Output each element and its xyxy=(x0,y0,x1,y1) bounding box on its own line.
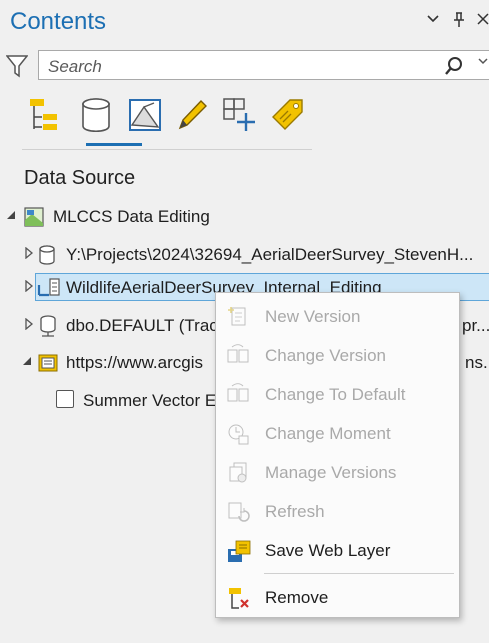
list-by-snapping-icon[interactable] xyxy=(220,95,260,135)
collapsed-arrow-icon[interactable] xyxy=(24,317,34,333)
menu-item-change-to-default[interactable]: Change To Default xyxy=(216,375,459,414)
list-by-drawing-order-icon[interactable] xyxy=(24,95,64,135)
menu-item-manage-versions[interactable]: Manage Versions xyxy=(216,453,459,492)
map-icon xyxy=(24,206,44,233)
section-heading: Data Source xyxy=(24,167,136,189)
menu-item-label: New Version xyxy=(265,307,361,326)
map-name: MLCCS Data Editing xyxy=(53,207,210,226)
pane-titlebar: Contents xyxy=(0,0,489,46)
new-version-icon xyxy=(226,305,252,329)
menu-item-remove[interactable]: Remove xyxy=(216,578,459,617)
source-path: Y:\Projects\2024\32694_AerialDeerSurvey_… xyxy=(66,245,474,264)
contents-view-toolbar xyxy=(22,95,312,151)
enterprise-database-icon xyxy=(38,315,58,344)
source-name-suffix: pr... xyxy=(462,316,489,335)
manage-versions-icon xyxy=(226,461,252,485)
menu-item-label: Remove xyxy=(265,588,329,607)
search-row: Search xyxy=(0,48,489,84)
menu-item-label: Save Web Layer xyxy=(265,541,391,560)
source-url-suffix: ns... xyxy=(465,353,489,372)
list-by-data-source-icon[interactable] xyxy=(76,95,116,135)
list-by-labeling-icon[interactable] xyxy=(268,95,308,135)
menu-item-label: Manage Versions xyxy=(265,463,397,482)
menu-item-label: Refresh xyxy=(265,502,325,521)
filter-icon[interactable] xyxy=(5,54,29,83)
source-url: https://www.arcgis xyxy=(66,353,203,372)
search-input[interactable]: Search xyxy=(38,50,489,80)
remove-icon xyxy=(226,586,252,610)
layer-name: Summer Vector E xyxy=(83,391,217,410)
source-name: dbo.DEFAULT (Trac xyxy=(66,316,218,335)
collapsed-arrow-icon[interactable] xyxy=(24,246,34,262)
tree-item-source[interactable]: Y:\Projects\2024\32694_AerialDeerSurvey_… xyxy=(0,242,489,270)
save-web-layer-icon xyxy=(226,539,252,563)
menu-item-label: Change Version xyxy=(265,346,386,365)
expanded-arrow-icon[interactable] xyxy=(6,209,16,223)
pane-title: Contents xyxy=(10,8,107,35)
change-moment-icon xyxy=(226,422,252,446)
list-by-editing-icon[interactable] xyxy=(172,95,212,135)
database-icon xyxy=(38,244,56,271)
menu-item-label: Change Moment xyxy=(265,424,391,443)
change-to-default-icon xyxy=(226,383,252,407)
change-version-icon xyxy=(226,344,252,368)
expanded-arrow-icon[interactable] xyxy=(22,355,32,369)
search-options-chevron-icon[interactable] xyxy=(477,54,489,70)
toolbar-divider xyxy=(22,149,312,150)
menu-item-new-version[interactable]: New Version xyxy=(216,297,459,336)
menu-item-refresh[interactable]: Refresh xyxy=(216,492,459,531)
menu-separator xyxy=(264,573,454,574)
menu-item-save-web-layer[interactable]: Save Web Layer xyxy=(216,531,459,570)
chevron-down-icon[interactable] xyxy=(426,12,440,30)
menu-item-change-version[interactable]: Change Version xyxy=(216,336,459,375)
list-by-selection-icon[interactable] xyxy=(126,95,166,135)
context-menu: New Version Change Version Change To Def… xyxy=(215,292,460,618)
tree-item-map[interactable]: MLCCS Data Editing xyxy=(0,204,489,232)
refresh-icon xyxy=(226,500,252,524)
search-icon[interactable] xyxy=(444,56,464,81)
feature-service-icon xyxy=(37,277,61,304)
menu-item-change-moment[interactable]: Change Moment xyxy=(216,414,459,453)
close-icon[interactable] xyxy=(476,12,489,30)
collapsed-arrow-icon[interactable] xyxy=(24,279,34,295)
web-layer-icon xyxy=(37,352,59,379)
pin-icon[interactable] xyxy=(452,12,466,32)
search-placeholder: Search xyxy=(48,57,102,76)
active-view-indicator xyxy=(86,143,142,146)
menu-item-label: Change To Default xyxy=(265,385,406,404)
